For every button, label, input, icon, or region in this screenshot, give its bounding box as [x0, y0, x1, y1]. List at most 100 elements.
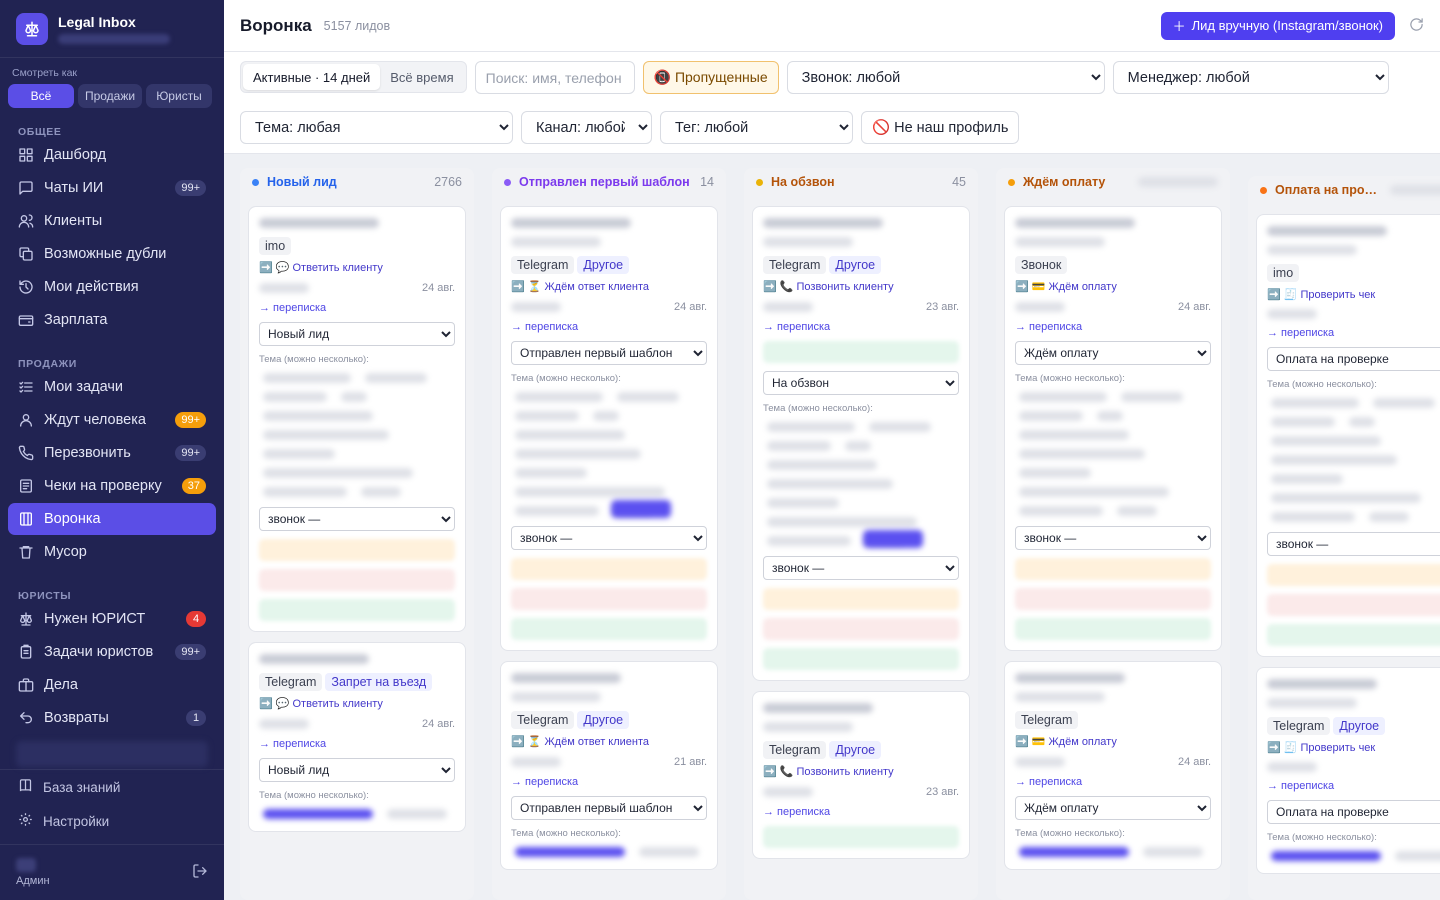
sidebar-item-label: Возвраты — [44, 710, 109, 726]
chat-link[interactable]: → переписка — [763, 321, 959, 333]
lead-name-blurred — [1015, 218, 1135, 228]
period-all-time[interactable]: Всё время — [380, 64, 463, 90]
sidebar-item-scales[interactable]: Нужен ЮРИСТ 4 — [8, 603, 216, 635]
call-select[interactable]: звонок — — [1267, 532, 1440, 556]
topic-filter-select[interactable]: Тема: любая — [240, 111, 513, 144]
lead-card[interactable]: Telegram Другое ➡️ ⏳ Ждём ответ клиента 2… — [500, 661, 718, 870]
settings-link[interactable]: Настройки — [0, 804, 224, 838]
stage-select[interactable]: Ждём оплату — [1015, 341, 1211, 365]
next-action-link[interactable]: ➡️ 🧾 Проверить чек — [1267, 288, 1440, 301]
call-select[interactable]: звонок — — [259, 507, 455, 531]
chat-link[interactable]: → переписка — [1015, 776, 1211, 788]
next-action-link[interactable]: ➡️ 💬 Ответить клиенту — [259, 261, 455, 274]
stage-select[interactable]: На обзвон — [763, 371, 959, 395]
call-filter-select[interactable]: Звонок: любой — [786, 61, 1105, 94]
funnel-icon — [18, 511, 34, 527]
kanban-board: Новый лид 2766 imo ➡️ 💬 Ответить клиенту… — [224, 154, 1440, 900]
chat-link[interactable]: → переписка — [1015, 321, 1211, 333]
meta-blurred — [1267, 309, 1317, 319]
lead-phone-blurred — [1267, 698, 1357, 708]
sidebar-item-chat[interactable]: Чаты ИИ 99+ — [8, 172, 216, 204]
sidebar-item-trash[interactable]: Мусор — [8, 536, 216, 568]
lead-card[interactable]: Telegram Другое ➡️ 🧾 Проверить чек → пере… — [1256, 667, 1440, 874]
period-active-14d[interactable]: Активные · 14 дней — [243, 64, 381, 90]
sidebar-item-users[interactable]: Клиенты — [8, 205, 216, 237]
column-header: Оплата на проверке — [1256, 176, 1440, 204]
next-action-link[interactable]: ➡️ ⏳ Ждём ответ клиента — [511, 280, 707, 293]
next-action-link[interactable]: ➡️ 📞 Позвонить клиенту — [763, 280, 959, 293]
chat-link[interactable]: → переписка — [511, 776, 707, 788]
scales-icon — [18, 611, 34, 627]
topic-tag: Другое — [577, 711, 630, 729]
call-select[interactable]: звонок — — [763, 556, 959, 580]
meta-blurred — [763, 302, 813, 312]
sidebar-nav: ОБЩЕЕ Дашборд Чаты ИИ 99+ Клиенты Возможн… — [0, 108, 224, 735]
sidebar-item-label: Задачи юристов — [44, 644, 154, 660]
lead-name-blurred — [763, 218, 883, 228]
lead-card[interactable]: Telegram Запрет на въезд ➡️ 💬 Ответить кл… — [248, 642, 466, 832]
next-action-link[interactable]: ➡️ 📞 Позвонить клиенту — [763, 765, 959, 778]
stage-select[interactable]: Ждём оплату — [1015, 796, 1211, 820]
chat-link[interactable]: → переписка — [1267, 780, 1440, 792]
sidebar-item-briefcase[interactable]: Дела — [8, 669, 216, 701]
stage-select[interactable]: Отправлен первый шаблон — [511, 341, 707, 365]
chat-link[interactable]: → переписка — [259, 302, 455, 314]
stage-select[interactable]: Оплата на проверке — [1267, 800, 1440, 824]
call-select[interactable]: звонок — — [1015, 526, 1211, 550]
not-our-profile-button[interactable]: 🚫 Не наш профиль — [861, 111, 1020, 144]
chat-link[interactable]: → переписка — [763, 806, 959, 818]
sidebar-item-duplicate[interactable]: Возможные дубли — [8, 238, 216, 270]
chat-link[interactable]: → переписка — [511, 321, 707, 333]
stage-select[interactable]: Новый лид — [259, 758, 455, 782]
lead-card[interactable]: Telegram Другое ➡️ 📞 Позвонить клиенту 23… — [752, 691, 970, 859]
lead-card[interactable]: Звонок ➡️ 💳 Ждём оплату 24 авг. → перепи… — [1004, 206, 1222, 651]
tag-filter-select[interactable]: Тег: любой — [660, 111, 853, 144]
card-date: 23 авг. — [926, 301, 959, 313]
sidebar-item-receipt[interactable]: Чеки на проверку 37 — [8, 470, 216, 502]
sidebar-item-funnel[interactable]: Воронка — [8, 503, 216, 535]
lead-card[interactable]: imo ➡️ 💬 Ответить клиенту 24 авг. → пере… — [248, 206, 466, 632]
sidebar-item-wallet[interactable]: Зарплата — [8, 304, 216, 336]
missed-filter-button[interactable]: 📵 Пропущенные — [642, 61, 779, 94]
lead-card[interactable]: Telegram Другое ➡️ ⏳ Ждём ответ клиента 2… — [500, 206, 718, 651]
leads-count: 5157 лидов — [323, 18, 391, 33]
refresh-icon[interactable] — [1409, 17, 1424, 35]
manager-filter-select[interactable]: Менеджер: любой — [1112, 61, 1389, 94]
knowledge-base-label: База знаний — [43, 779, 121, 795]
next-action-link[interactable]: ➡️ ⏳ Ждём ответ клиента — [511, 735, 707, 748]
kanban-column: На обзвон 45 Telegram Другое ➡️ 📞 Позвони… — [744, 168, 978, 900]
sidebar-item-history[interactable]: Мои действия — [8, 271, 216, 303]
call-select[interactable]: звонок — — [511, 526, 707, 550]
action-button-blurred — [1015, 618, 1211, 640]
lead-card[interactable]: Telegram Другое ➡️ 📞 Позвонить клиенту 23… — [752, 206, 970, 681]
view-as-option-0[interactable]: Всё — [8, 84, 74, 108]
knowledge-base-link[interactable]: База знаний — [0, 770, 224, 804]
sidebar-item-phone[interactable]: Перезвонить 99+ — [8, 437, 216, 469]
stage-select[interactable]: Новый лид — [259, 322, 455, 346]
add-lead-button[interactable]: ＋ Лид вручную (Instagram/звонок) — [1160, 11, 1395, 40]
sidebar-item-dashboard[interactable]: Дашборд — [8, 139, 216, 171]
call-status-blurred — [763, 826, 959, 848]
sidebar-item-return[interactable]: Возвраты 1 — [8, 702, 216, 734]
sidebar-item-label: Мои действия — [44, 279, 139, 295]
lead-card[interactable]: imo ➡️ 🧾 Проверить чек → переписка Оплата… — [1256, 214, 1440, 657]
search-input[interactable] — [474, 61, 635, 94]
next-action-link[interactable]: ➡️ 💬 Ответить клиенту — [259, 697, 455, 710]
next-action-link[interactable]: ➡️ 🧾 Проверить чек — [1267, 741, 1440, 754]
duplicate-icon — [18, 246, 34, 262]
sidebar-item-label: Воронка — [44, 511, 101, 527]
lead-card[interactable]: Telegram ➡️ 💳 Ждём оплату 24 авг. → пере… — [1004, 661, 1222, 870]
sidebar-item-clipboard[interactable]: Задачи юристов 99+ — [8, 636, 216, 668]
next-action-link[interactable]: ➡️ 💳 Ждём оплату — [1015, 280, 1211, 293]
logout-icon[interactable] — [192, 863, 208, 882]
chat-link[interactable]: → переписка — [259, 738, 455, 750]
channel-filter-select[interactable]: Канал: любой — [521, 111, 652, 144]
sidebar-item-person[interactable]: Ждут человека 99+ — [8, 404, 216, 436]
stage-select[interactable]: Отправлен первый шаблон — [511, 796, 707, 820]
sidebar-item-tasks[interactable]: Мои задачи — [8, 371, 216, 403]
view-as-option-2[interactable]: Юристы — [146, 84, 212, 108]
next-action-link[interactable]: ➡️ 💳 Ждём оплату — [1015, 735, 1211, 748]
stage-select[interactable]: Оплата на проверке — [1267, 347, 1440, 371]
chat-link[interactable]: → переписка — [1267, 327, 1440, 339]
view-as-option-1[interactable]: Продажи — [78, 84, 142, 108]
